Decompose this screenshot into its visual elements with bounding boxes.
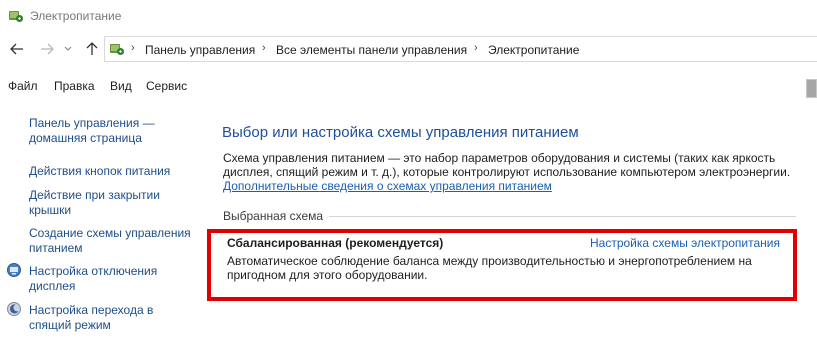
back-button[interactable] [8,40,26,58]
breadcrumb-separator-icon[interactable]: › [474,42,478,54]
power-options-icon [110,44,124,55]
page-title: Выбор или настройка схемы управления пит… [222,124,579,141]
breadcrumb-separator-icon[interactable]: › [262,42,266,54]
sidebar-item-lid-close[interactable]: Действие при закрытии крышки [29,188,169,218]
chevron-down-icon [64,46,72,51]
sidebar-item-sleep[interactable]: Настройка перехода в спящий режим [29,303,179,333]
breadcrumb-power-options[interactable]: Электропитание [488,43,579,57]
page-description: Схема управления питанием — это набор па… [223,151,791,179]
power-options-icon [9,11,23,22]
address-bar[interactable]: › Панель управления › Все элементы панел… [104,36,817,62]
window-title: Электропитание [30,9,122,23]
more-info-link[interactable]: Дополнительные сведения о схемах управле… [223,179,552,193]
arrow-left-icon [10,43,23,55]
menu-view[interactable]: Вид [110,79,132,93]
menu-bar: Файл Правка Вид Сервис [0,74,817,98]
breadcrumb-separator-icon[interactable]: › [131,42,135,54]
plan-settings-link[interactable]: Настройка схемы электропитания [590,236,780,250]
sidebar-item-power-buttons[interactable]: Действия кнопок питания [29,164,199,179]
scrollbar-thumb[interactable] [806,79,817,98]
menu-edit[interactable]: Правка [54,79,95,93]
recent-locations-button[interactable] [62,40,74,58]
title-bar: Электропитание [0,0,817,32]
plan-name: Сбалансированная (рекомендуется) [227,236,444,250]
arrow-up-icon [86,42,98,55]
plan-description: Автоматическое соблюдение баланса между … [227,254,752,282]
sidebar-item-display-off[interactable]: Настройка отключения дисплея [29,264,179,294]
section-label-selected-plan: Выбранная схема [223,209,330,223]
moon-icon [7,302,21,316]
up-button[interactable] [83,40,101,58]
forward-button[interactable] [38,40,56,58]
arrow-right-icon [41,43,54,55]
breadcrumb-all-items[interactable]: Все элементы панели управления [276,43,467,57]
menu-file[interactable]: Файл [8,79,38,93]
display-icon [7,263,21,277]
breadcrumb-control-panel[interactable]: Панель управления [145,43,255,57]
menu-tools[interactable]: Сервис [146,79,187,93]
sidebar-home-link[interactable]: Панель управления — домашняя страница [29,116,169,146]
sidebar-item-create-plan[interactable]: Создание схемы управления питанием [29,226,194,256]
